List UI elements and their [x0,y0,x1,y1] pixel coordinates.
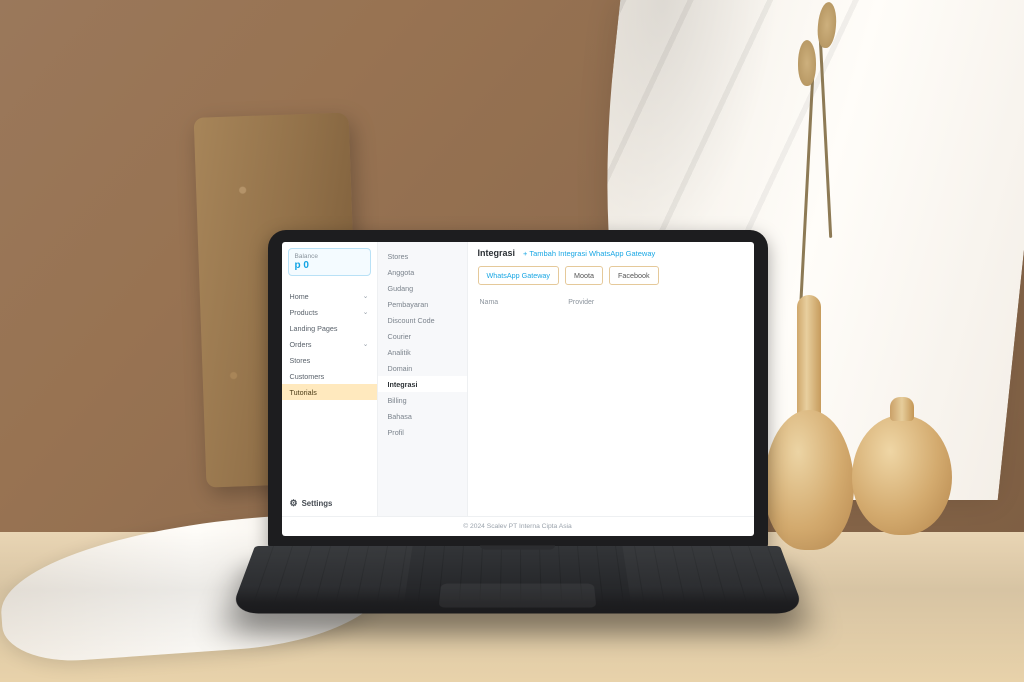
nav-primary: Home ⌄ Products ⌄ Landing Pages Orders ⌄ Stores… [282,288,377,400]
gear-icon: ⚙ [290,498,298,509]
sidebar-secondary: StoresAnggotaGudangPembayaranDiscount Co… [378,242,468,516]
subnav-item-profil[interactable]: Profil [378,424,467,440]
sidebar-item-home[interactable]: Home ⌄ [282,288,377,304]
sidebar-item-products[interactable]: Products ⌄ [282,304,377,320]
subnav-item-analitik[interactable]: Analitik [378,344,467,360]
plant-bloom [798,40,816,86]
vase-small [852,415,952,535]
sidebar-item-landing-pages[interactable]: Landing Pages [282,320,377,336]
sidebar-primary: Balance p 0 Home ⌄ Products ⌄ Landing Pages O… [282,242,378,516]
chevron-down-icon: ⌄ [363,292,369,300]
sidebar-item-tutorials[interactable]: Tutorials [282,384,377,400]
subnav-item-stores[interactable]: Stores [378,248,467,264]
table-body-empty [468,310,754,516]
sidebar-item-orders[interactable]: Orders ⌄ [282,336,377,352]
subnav-item-discount-code[interactable]: Discount Code [378,312,467,328]
balance-card[interactable]: Balance p 0 [288,248,371,276]
tab-facebook[interactable]: Facebook [609,266,659,285]
subnav-item-domain[interactable]: Domain [378,360,467,376]
tab-moota[interactable]: Moota [565,266,603,285]
subnav-item-billing[interactable]: Billing [378,392,467,408]
balance-label: Balance [295,253,364,260]
subnav-item-pembayaran[interactable]: Pembayaran [378,296,467,312]
table-header: Nama Provider [468,289,754,310]
sidebar-item-label: Orders [290,340,312,349]
laptop: Balance p 0 Home ⌄ Products ⌄ Landing Pages O… [255,230,780,646]
sidebar-item-label: Customers [290,372,325,381]
tab-whatsapp-gateway[interactable]: WhatsApp Gateway [478,266,560,285]
subnav-item-gudang[interactable]: Gudang [378,280,467,296]
sidebar-item-label: Landing Pages [290,324,338,333]
sidebar-item-label: Home [290,292,309,301]
footer-copyright: © 2024 Scalev PT Interna Cipta Asia [282,516,754,536]
chevron-down-icon: ⌄ [363,340,369,348]
sidebar-item-customers[interactable]: Customers [282,368,377,384]
app-window: Balance p 0 Home ⌄ Products ⌄ Landing Pages O… [282,242,754,536]
subnav-item-anggota[interactable]: Anggota [378,264,467,280]
laptop-keyboard [230,546,805,613]
add-integration-link[interactable]: + Tambah Integrasi WhatsApp Gateway [523,249,655,258]
chevron-down-icon: ⌄ [363,308,369,316]
sidebar-item-label: Stores [290,356,311,365]
sidebar-settings[interactable]: ⚙ Settings [282,491,377,516]
sidebar-item-label: Products [290,308,318,317]
laptop-screen: Balance p 0 Home ⌄ Products ⌄ Landing Pages O… [268,230,768,550]
balance-amount: p 0 [295,260,364,271]
sidebar-item-stores[interactable]: Stores [282,352,377,368]
page-title: Integrasi [478,248,516,258]
col-provider: Provider [568,299,594,306]
subnav-item-integrasi[interactable]: Integrasi [378,376,467,392]
sidebar-settings-label: Settings [302,499,333,508]
tab-bar: WhatsApp Gateway Moota Facebook [468,262,754,289]
sidebar-item-label: Tutorials [290,388,317,397]
content-area: Integrasi + Tambah Integrasi WhatsApp Ga… [468,242,754,516]
subnav-item-bahasa[interactable]: Bahasa [378,408,467,424]
subnav-item-courier[interactable]: Courier [378,328,467,344]
col-name: Nama [480,299,499,306]
